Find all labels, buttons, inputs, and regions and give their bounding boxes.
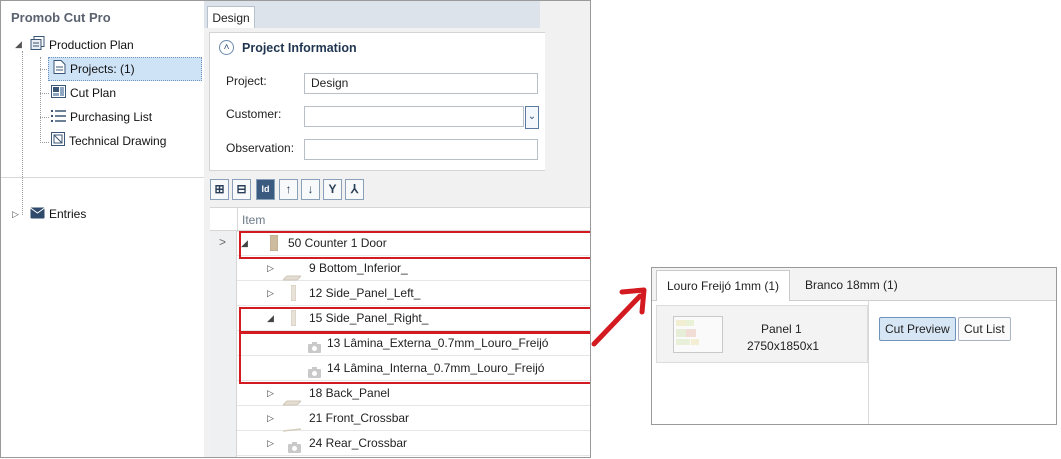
app-title: Promob Cut Pro	[11, 10, 111, 25]
expand-triangle-icon[interactable]: ▷	[267, 281, 274, 305]
grid-row[interactable]: ▷ 12 Side_Panel_Left_	[237, 281, 590, 306]
tree-item-purchasing-list[interactable]: Purchasing List	[51, 106, 152, 128]
row-header-column: >	[210, 231, 237, 457]
document-icon	[53, 59, 66, 81]
cut-preview-button[interactable]: Cut Preview	[879, 317, 956, 341]
tree-item-cut-plan[interactable]: Cut Plan	[51, 82, 116, 104]
production-plan-icon	[30, 35, 45, 57]
main-window: Promob Cut Pro ◢ Production Plan Project…	[0, 0, 591, 458]
highlight-box-side-panel-right	[239, 307, 590, 333]
project-field[interactable]: Design	[304, 73, 538, 94]
row-selector-indicator: >	[219, 235, 227, 249]
red-arrow-icon	[591, 287, 647, 347]
collapse-chevron-icon[interactable]: ˄	[219, 40, 234, 55]
expand-triangle-icon[interactable]: ▷	[267, 431, 274, 455]
grid-header: Item	[210, 207, 590, 232]
panel-card[interactable]: Panel 1 2750x1850x1	[656, 305, 868, 363]
merge-icon[interactable]: Y	[323, 179, 342, 200]
expand-triangle-icon[interactable]: ▷	[267, 406, 274, 430]
sidebar: Promob Cut Pro ◢ Production Plan Project…	[1, 1, 205, 457]
tab-branco[interactable]: Branco 18mm (1)	[795, 270, 908, 301]
cut-plan-icon	[51, 83, 66, 105]
project-information-panel: ˄ Project Information Project: Design Cu…	[209, 32, 545, 171]
technical-drawing-icon	[51, 131, 65, 153]
project-label: Project:	[226, 74, 267, 88]
collapse-all-icon[interactable]: ⊟	[232, 179, 251, 200]
cut-plan-window: Louro Freijó 1mm (1) Branco 18mm (1) Pan…	[651, 267, 1057, 425]
highlight-box-laminas	[239, 332, 590, 384]
expand-arrow-icon[interactable]: ▷	[12, 209, 19, 220]
grid-row[interactable]: ▷ 9 Bottom_Inferior_	[237, 256, 590, 281]
highlight-box-counter	[239, 231, 590, 259]
list-icon	[51, 107, 66, 129]
inbox-icon	[30, 204, 45, 226]
panel-name: Panel 1	[761, 322, 802, 336]
id-icon[interactable]: Id	[256, 179, 275, 200]
split-icon[interactable]: ⅄	[345, 179, 364, 200]
expand-triangle-icon[interactable]: ▷	[267, 381, 274, 405]
divider	[868, 301, 869, 424]
grid-row[interactable]: ▷ 21 Front_Crossbar	[237, 406, 590, 432]
expand-triangle-icon[interactable]: ◢	[15, 39, 22, 50]
observation-label: Observation:	[226, 141, 295, 155]
grid-row[interactable]: ▷ 24 Rear_Crossbar	[237, 431, 590, 457]
expand-all-icon[interactable]: ⊞	[210, 179, 229, 200]
cut-list-button[interactable]: Cut List	[958, 317, 1011, 341]
camera-icon	[288, 437, 301, 457]
grid-row[interactable]: ▷ 18 Back_Panel	[237, 381, 590, 406]
tree-item-entries[interactable]: Entries	[30, 203, 86, 225]
expand-triangle-icon[interactable]: ▷	[267, 256, 274, 280]
panel-heading: Project Information	[242, 41, 357, 55]
tab-louro-freijo[interactable]: Louro Freijó 1mm (1)	[656, 270, 791, 301]
tree-item-projects[interactable]: Projects: (1)	[53, 58, 135, 80]
observation-field[interactable]	[304, 139, 538, 160]
tree-item-production-plan[interactable]: Production Plan	[30, 34, 134, 56]
customer-label: Customer:	[226, 107, 282, 121]
panel-thumbnail	[673, 316, 723, 353]
column-header-item[interactable]: Item	[242, 213, 265, 227]
move-down-icon[interactable]: ↓	[301, 179, 320, 200]
material-tab-bar: Louro Freijó 1mm (1) Branco 18mm (1)	[652, 268, 1056, 301]
customer-dropdown-chevron-icon[interactable]: ⌄	[525, 106, 539, 129]
items-grid: Item > ◢ 50 Counter 1 Door ▷ 9 Bottom_In…	[210, 207, 590, 457]
customer-field[interactable]	[304, 106, 524, 127]
tab-design[interactable]: Design	[207, 6, 255, 28]
tab-bar: Design	[204, 1, 540, 28]
content-area: Design ˄ Project Information Project: De…	[204, 1, 590, 457]
move-up-icon[interactable]: ↑	[279, 179, 298, 200]
panel-dimensions: 2750x1850x1	[747, 339, 820, 353]
tree-item-technical-drawing[interactable]: Technical Drawing	[51, 130, 166, 152]
